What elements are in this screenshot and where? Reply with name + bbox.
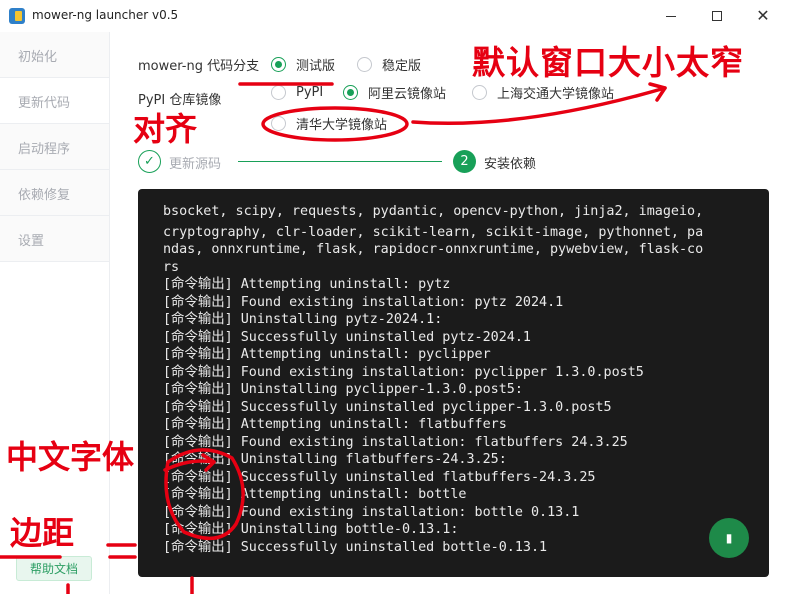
annotation-chinese-font: 中文字体 (6, 438, 135, 476)
radio-mirror-tsinghua[interactable]: 清华大学镜像站 (271, 114, 388, 133)
step-install-label: 安装依赖 (484, 157, 537, 172)
sidebar-item-label: 更新代码 (18, 96, 71, 111)
radio-label: 测试版 (296, 58, 336, 74)
sidebar-item-launch[interactable]: 启动程序 (0, 124, 109, 170)
radio-label: 阿里云镜像站 (368, 86, 447, 102)
radio-dot (271, 56, 286, 72)
terminal-line: bsocket, scipy, requests, pydantic, open… (163, 204, 704, 219)
minimize-button[interactable] (648, 0, 694, 32)
minimize-icon (666, 15, 676, 17)
radio-label: 清华大学镜像站 (296, 117, 388, 133)
terminal-line: [命令输出] Successfully uninstalled flatbuff… (163, 469, 596, 485)
terminal-output[interactable]: bsocket, scipy, requests, pydantic, open… (138, 189, 769, 577)
sidebar-item-settings[interactable]: 设置 (0, 216, 109, 262)
close-icon: ✕ (756, 6, 770, 25)
app-icon (9, 8, 25, 24)
terminal-line: [命令输出] Uninstalling bottle-0.13.1: (163, 522, 459, 537)
title-bar: mower-ng launcher v0.5 ✕ (0, 0, 786, 32)
radio-label: PyPI (296, 84, 324, 100)
sidebar-item-label: 启动程序 (18, 142, 71, 157)
step-install-number: 2 (453, 150, 476, 173)
terminal-line: [命令输出] Attempting uninstall: flatbuffers (163, 417, 507, 432)
radio-dot (271, 115, 286, 131)
radio-mirror-aliyun[interactable]: 阿里云镜像站 (343, 83, 447, 102)
annotation-align: 对齐 (133, 110, 198, 148)
radio-dot (357, 56, 372, 72)
close-button[interactable]: ✕ (740, 0, 786, 32)
terminal-line: [命令输出] Uninstalling pyclipper-1.3.0.post… (163, 382, 523, 397)
radio-mirror-sjtu[interactable]: 上海交通大学镜像站 (472, 83, 615, 102)
sidebar-item-dependency-fix[interactable]: 依赖修复 (0, 170, 109, 216)
terminal-line: [命令输出] Attempting uninstall: bottle (163, 487, 467, 502)
terminal-line: ndas, onnxruntime, flask, rapidocr-onnxr… (163, 242, 704, 257)
window-title: mower-ng launcher v0.5 (32, 8, 179, 22)
check-icon: ✓ (138, 150, 161, 173)
terminal-line: [命令输出] Successfully uninstalled pytz-202… (163, 329, 531, 345)
sidebar-item-label: 设置 (18, 234, 45, 249)
terminal-line: [命令输出] Uninstalling pytz-2024.1: (163, 312, 443, 327)
maximize-button[interactable] (694, 0, 740, 32)
terminal-line: [命令输出] Found existing installation: pytz… (163, 294, 564, 310)
terminal-line: [命令输出] Successfully uninstalled pyclippe… (163, 399, 612, 415)
maximize-icon (712, 11, 722, 21)
annotation-arrowhead (648, 82, 667, 102)
terminal-line: [命令输出] Uninstalling flatbuffers-24.3.25: (163, 452, 507, 467)
radio-branch-test[interactable]: 测试版 (271, 55, 336, 74)
radio-label: 上海交通大学镜像站 (497, 86, 615, 102)
radio-label: 稳定版 (382, 58, 422, 74)
scroll-fab-button[interactable]: ▮ (709, 518, 749, 558)
sidebar-item-init[interactable]: 初始化 (0, 32, 109, 78)
annotation-margin: 边距 (10, 514, 75, 552)
terminal-line: [命令输出] Attempting uninstall: pyclipper (163, 347, 491, 362)
fab-icon: ▮ (725, 531, 733, 545)
radio-dot (343, 84, 358, 100)
step-connector (238, 161, 442, 162)
annotation-window-narrow: 默认窗口大小太窄 (472, 43, 744, 82)
terminal-line: cryptography, clr-loader, scikit-learn, … (163, 224, 704, 240)
sidebar-item-label: 初始化 (18, 50, 58, 65)
help-docs-button[interactable]: 帮助文档 (16, 556, 92, 581)
terminal-lines: bsocket, scipy, requests, pydantic, open… (163, 204, 743, 556)
radio-mirror-pypi[interactable]: PyPI (271, 83, 323, 101)
sidebar-item-label: 依赖修复 (18, 188, 71, 203)
radio-dot (271, 84, 286, 100)
terminal-line: rs (163, 259, 180, 275)
terminal-line: [命令输出] Found existing installation: pycl… (163, 364, 644, 380)
radio-dot (472, 84, 487, 100)
sidebar-item-update-code[interactable]: 更新代码 (0, 78, 109, 124)
terminal-line: [命令输出] Successfully uninstalled bottle-0… (163, 539, 548, 555)
step-update-source-label: 更新源码 (169, 157, 222, 172)
terminal-line: [命令输出] Attempting uninstall: pytz (163, 277, 451, 292)
branch-label: mower-ng 代码分支 (138, 59, 260, 74)
terminal-line: [命令输出] Found existing installation: bott… (163, 504, 580, 520)
terminal-line: [命令输出] Found existing installation: flat… (163, 434, 628, 450)
radio-branch-stable[interactable]: 稳定版 (357, 55, 422, 74)
